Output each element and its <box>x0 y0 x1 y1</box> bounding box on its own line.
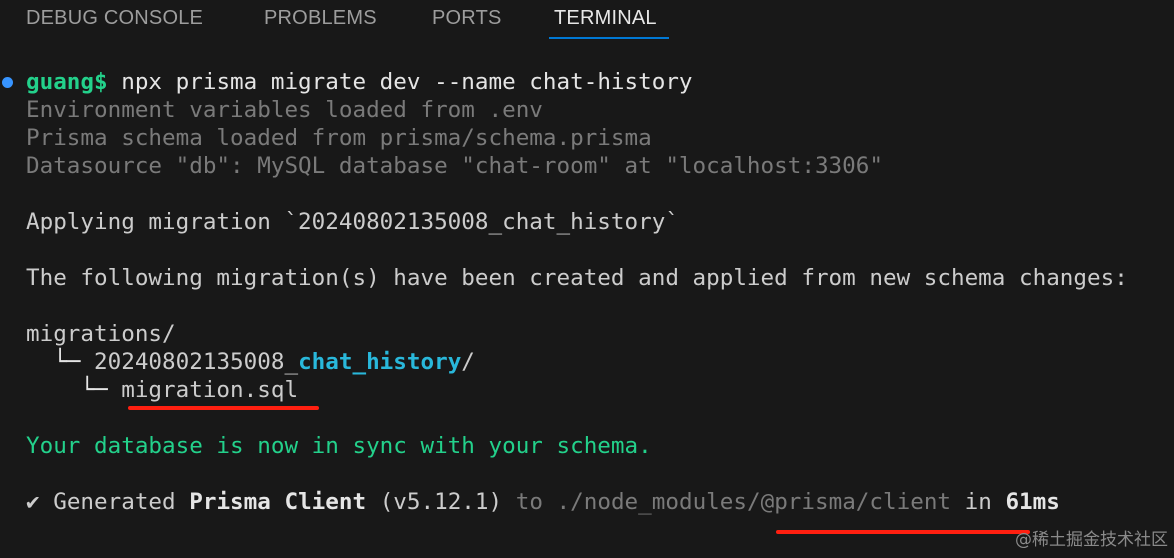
command-status-dot-icon <box>2 77 13 88</box>
output-schema-line: Prisma schema loaded from prisma/schema.… <box>26 125 652 151</box>
generated-text: Generated <box>53 489 190 515</box>
migration-folder-name: chat_history <box>298 349 462 375</box>
output-migrations-dir: migrations/ <box>26 321 176 347</box>
annotation-underline-migration-file <box>128 406 319 410</box>
active-tab-indicator <box>549 37 669 39</box>
command-line: guang$ npx prisma migrate dev --name cha… <box>26 68 693 96</box>
migration-file-name: migration.sql <box>121 377 299 403</box>
check-icon: ✔ <box>26 489 54 515</box>
output-applying-line: Applying migration `20240802135008_chat_… <box>26 209 679 235</box>
output-migration-folder-line: └─ 20240802135008_chat_history/ <box>26 348 475 376</box>
tab-debug-console[interactable]: DEBUG CONSOLE <box>26 5 203 31</box>
terminal-output[interactable]: guang$ npx prisma migrate dev --name cha… <box>0 68 1174 558</box>
generated-product: Prisma Client <box>189 489 367 515</box>
command-text: npx prisma migrate dev --name chat-histo… <box>107 69 693 95</box>
watermark: @稀土掘金技术社区 <box>1015 530 1168 550</box>
annotation-underline-client-path <box>776 530 1030 534</box>
tab-ports[interactable]: PORTS <box>432 5 502 31</box>
output-sync-line: Your database is now in sync with your s… <box>26 433 652 459</box>
migration-folder-slash: / <box>461 349 475 375</box>
generated-path: ./node_modules/@prisma/client <box>556 489 952 515</box>
generated-in: in <box>951 489 1006 515</box>
generated-duration: 61ms <box>1005 489 1060 515</box>
panel-tab-bar: DEBUG CONSOLE PROBLEMS PORTS TERMINAL <box>0 0 1174 40</box>
output-datasource-line: Datasource "db": MySQL database "chat-ro… <box>26 153 883 179</box>
output-migration-file-line: └─ migration.sql <box>26 376 298 404</box>
prompt-user: guang$ <box>26 69 108 95</box>
generated-version: (v5.12.1) <box>366 489 503 515</box>
output-created-line: The following migration(s) have been cre… <box>26 265 1128 291</box>
tree-branch-glyph: └─ <box>26 377 122 403</box>
output-env-line: Environment variables loaded from .env <box>26 97 543 123</box>
output-generated-line: ✔ Generated Prisma Client (v5.12.1) to .… <box>26 488 1060 516</box>
tab-terminal[interactable]: TERMINAL <box>554 5 657 31</box>
tab-problems[interactable]: PROBLEMS <box>264 5 377 31</box>
generated-to: to <box>502 489 557 515</box>
migration-folder-prefix: 20240802135008_ <box>94 349 299 375</box>
tree-branch-glyph: └─ <box>26 349 95 375</box>
